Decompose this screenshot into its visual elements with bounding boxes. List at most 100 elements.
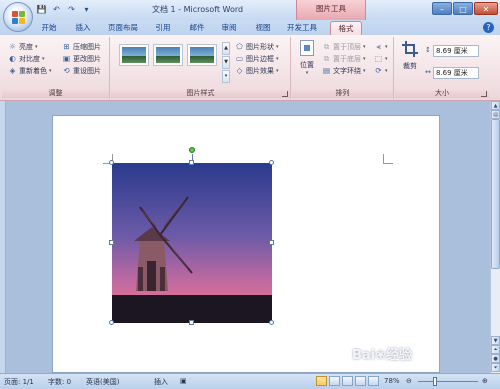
rotate-button[interactable]: ⟳ ▾ xyxy=(374,65,387,76)
scroll-thumb[interactable] xyxy=(491,119,500,269)
redo-icon[interactable]: ↷ xyxy=(66,4,77,15)
macro-record-icon[interactable]: ▣ xyxy=(180,377,187,385)
tab-developer[interactable]: 开发工具 xyxy=(283,21,321,35)
vertical-ruler xyxy=(0,101,6,373)
picture-tools-label: 图片工具 xyxy=(296,0,366,20)
group-label-adjust: 调整 xyxy=(2,88,109,98)
tab-view[interactable]: 视图 xyxy=(252,21,274,35)
zoom-out-icon[interactable]: ⊖ xyxy=(406,377,412,385)
group-objects-button[interactable]: ⬚ ▾ xyxy=(374,53,388,64)
more-icon[interactable]: ▾ xyxy=(81,4,92,15)
tab-mailings[interactable]: 邮件 xyxy=(186,21,208,35)
office-button[interactable] xyxy=(3,2,33,32)
ribbon-tabs: 开始 插入 页面布局 引用 邮件 审阅 视图 开发工具 格式 ? xyxy=(0,20,500,35)
draft-view-icon[interactable] xyxy=(368,376,379,386)
dialog-launcher-icon[interactable] xyxy=(282,91,288,97)
border-icon: ▭ xyxy=(235,54,244,63)
vertical-scrollbar[interactable]: ▲ ▤ ▼ ⏶ ● ⏷ xyxy=(490,101,500,373)
word-count[interactable]: 字数: 0 xyxy=(48,377,71,387)
resize-handle-sw[interactable] xyxy=(109,320,114,325)
insert-mode[interactable]: 插入 xyxy=(154,377,168,387)
resize-handle-n[interactable] xyxy=(189,160,194,165)
rotate-icon: ⟳ xyxy=(375,66,382,75)
crop-button[interactable]: 裁剪 xyxy=(399,41,421,79)
picture-style-thumb[interactable] xyxy=(119,44,149,66)
page-count[interactable]: 页面: 1/1 xyxy=(4,377,34,387)
gallery-up-button[interactable]: ▲ xyxy=(222,42,230,55)
web-layout-icon[interactable] xyxy=(342,376,353,386)
tab-page-layout[interactable]: 页面布局 xyxy=(104,21,142,35)
brightness-button[interactable]: ☼ 亮度 ▾ xyxy=(8,41,37,52)
picture-border-button[interactable]: ▭ 图片边框 ▾ xyxy=(235,53,279,64)
zoom-level[interactable]: 78% xyxy=(384,377,400,385)
compress-icon: ⊞ xyxy=(63,42,70,51)
resize-handle-ne[interactable] xyxy=(269,160,274,165)
outline-view-icon[interactable] xyxy=(355,376,366,386)
resize-handle-e[interactable] xyxy=(269,240,274,245)
picture-style-thumb[interactable] xyxy=(153,44,183,66)
compress-pictures-button[interactable]: ⊞ 压缩图片 xyxy=(62,41,101,52)
effects-icon: ◇ xyxy=(236,66,243,75)
tab-home[interactable]: 开始 xyxy=(38,21,60,35)
recolor-button[interactable]: ◈ 重新着色 ▾ xyxy=(8,65,52,76)
group-arrange: 位置 ▾ ⧉ 置于顶层 ▾ ⧉ 置于底层 ▾ ▤ 文字环绕 ▾ ⫷ ▾ ⬚ ▾ ⟳ ▾ 排列 xyxy=(292,37,394,99)
shape-icon: ⬠ xyxy=(236,42,243,51)
resize-handle-se[interactable] xyxy=(269,320,274,325)
align-icon: ⫷ xyxy=(376,42,381,51)
full-screen-reading-icon[interactable] xyxy=(329,376,340,386)
zoom-slider[interactable] xyxy=(418,381,478,382)
windmill-photo xyxy=(112,163,272,323)
group-label-arrange: 排列 xyxy=(292,88,393,98)
zoom-slider-knob[interactable] xyxy=(433,377,437,386)
resize-handle-s[interactable] xyxy=(189,320,194,325)
scroll-down-button[interactable]: ▼ xyxy=(491,336,500,345)
contrast-button[interactable]: ◐ 对比度 ▾ xyxy=(8,53,44,64)
picture-effects-button[interactable]: ◇ 图片效果 ▾ xyxy=(235,65,279,76)
language[interactable]: 英语(美国) xyxy=(86,377,119,387)
height-field[interactable]: 8.69 厘米 xyxy=(433,45,479,57)
minimize-button[interactable]: – xyxy=(432,2,452,15)
windmill-picture[interactable] xyxy=(112,163,272,323)
position-button[interactable]: 位置 ▾ xyxy=(296,40,318,78)
status-bar: 页面: 1/1 字数: 0 英语(美国) 插入 ▣ 78% ⊖ ⊕ xyxy=(0,373,500,389)
maximize-button[interactable]: □ xyxy=(453,2,473,15)
print-layout-view-icon[interactable] xyxy=(316,376,327,386)
prev-page-button[interactable]: ⏶ xyxy=(491,345,500,354)
office-logo-icon xyxy=(12,11,25,24)
document-page[interactable] xyxy=(52,115,440,373)
contrast-icon: ◐ xyxy=(9,54,16,63)
send-to-back-button[interactable]: ⧉ 置于底层 ▾ xyxy=(322,53,366,64)
zoom-in-icon[interactable]: ⊕ xyxy=(482,377,488,385)
group-label-size: 大小 xyxy=(395,88,489,98)
tab-references[interactable]: 引用 xyxy=(152,21,174,35)
position-icon xyxy=(300,40,314,56)
undo-icon[interactable]: ↶ xyxy=(51,4,62,15)
gallery-more-button[interactable]: ▾ xyxy=(222,70,230,83)
picture-style-thumb[interactable] xyxy=(187,44,217,66)
resize-handle-w[interactable] xyxy=(109,240,114,245)
baidu-watermark: Bai❀经验 xyxy=(352,348,413,363)
help-icon[interactable]: ? xyxy=(483,22,494,33)
tab-insert[interactable]: 插入 xyxy=(72,21,94,35)
select-browse-object-button[interactable]: ● xyxy=(491,354,500,363)
close-button[interactable]: ✕ xyxy=(474,2,498,15)
scroll-up-button[interactable]: ▲ xyxy=(491,101,500,110)
rotate-handle[interactable] xyxy=(189,147,195,153)
quick-access-toolbar: 💾 ↶ ↷ ▾ xyxy=(36,4,92,15)
ruler-toggle-button[interactable]: ▤ xyxy=(491,110,500,119)
align-button[interactable]: ⫷ ▾ xyxy=(374,41,387,52)
width-field[interactable]: 8.69 厘米 xyxy=(433,67,479,79)
save-icon[interactable]: 💾 xyxy=(36,4,47,15)
dialog-launcher-icon[interactable] xyxy=(481,91,487,97)
picture-shape-button[interactable]: ⬠ 图片形状 ▾ xyxy=(235,41,278,52)
text-wrapping-button[interactable]: ▤ 文字环绕 ▾ xyxy=(322,65,366,76)
gallery-down-button[interactable]: ▼ xyxy=(222,56,230,69)
tab-review[interactable]: 审阅 xyxy=(218,21,240,35)
resize-handle-nw[interactable] xyxy=(109,160,114,165)
tab-format[interactable]: 格式 xyxy=(330,21,362,35)
change-picture-button[interactable]: ▣ 更改图片 xyxy=(62,53,101,64)
bring-to-front-button[interactable]: ⧉ 置于顶层 ▾ xyxy=(322,41,366,52)
next-page-button[interactable]: ⏷ xyxy=(491,363,500,372)
reset-picture-button[interactable]: ⟲ 重设图片 xyxy=(62,65,101,76)
text-wrap-icon: ▤ xyxy=(322,66,331,75)
